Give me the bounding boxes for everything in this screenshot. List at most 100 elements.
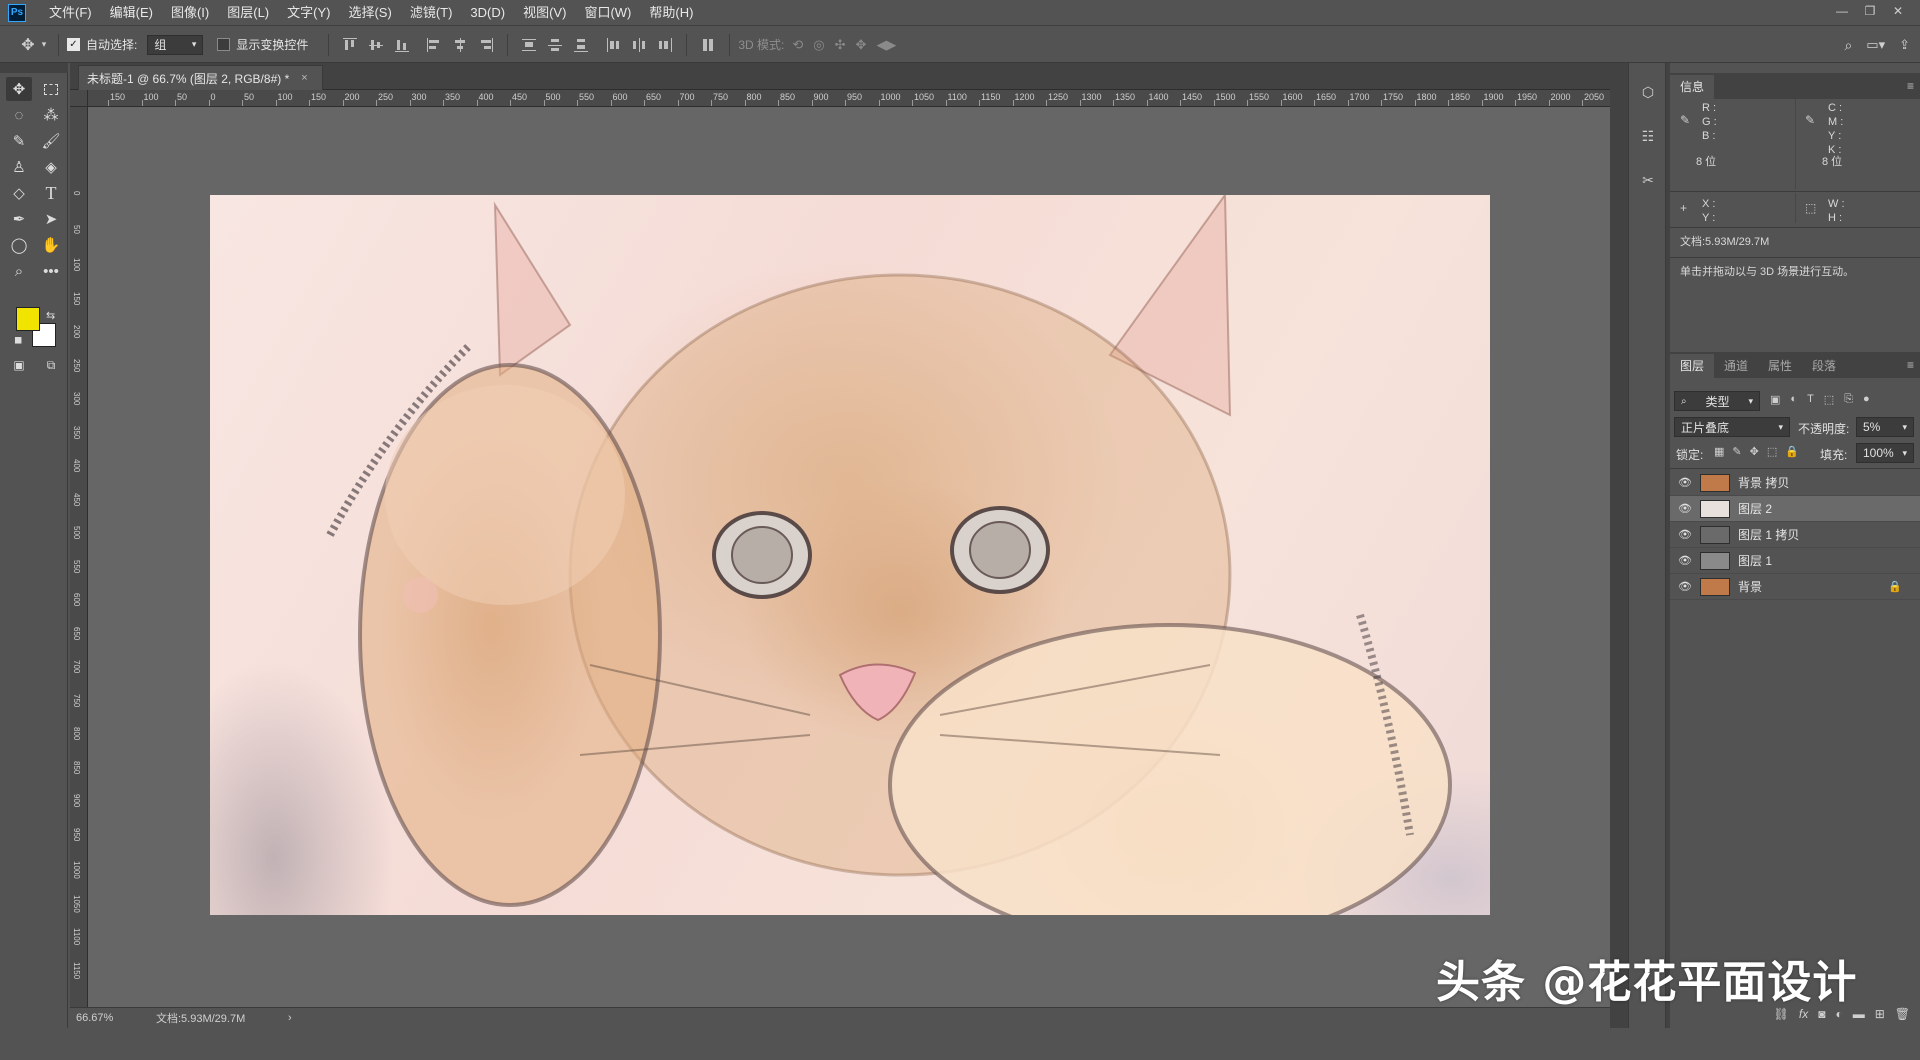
auto-select-dropdown[interactable]: 组 ▾ — [147, 34, 204, 55]
layer-row[interactable]: 👁 图层 1 — [1670, 548, 1920, 574]
magic-wand-tool-icon[interactable]: ⁂ — [38, 103, 64, 127]
menu-item[interactable]: 文件(F) — [40, 0, 101, 26]
menu-item[interactable]: 视图(V) — [514, 0, 575, 26]
lasso-tool-icon[interactable]: ◌ — [6, 103, 32, 127]
filter-smart-icon[interactable]: ⎘ — [1844, 393, 1853, 406]
distribute-vcenter-icon[interactable] — [546, 36, 564, 54]
delete-layer-icon[interactable]: 🗑 — [1895, 1007, 1910, 1021]
ruler-corner[interactable] — [70, 90, 88, 107]
move-tool-icon[interactable]: ✥ — [6, 77, 32, 101]
menu-item[interactable]: 文字(Y) — [278, 0, 339, 26]
type-tool-icon[interactable]: T — [38, 181, 64, 205]
3d-panel-icon[interactable]: ⬡ — [1635, 79, 1661, 105]
visibility-eye-icon[interactable]: 👁 — [1674, 554, 1696, 567]
visibility-eye-icon[interactable]: 👁 — [1674, 476, 1696, 489]
history-panel-icon[interactable]: ☷ — [1635, 123, 1661, 149]
3d-pan-icon[interactable]: ✣ — [835, 37, 846, 53]
opacity-input[interactable]: 5% ▾ — [1856, 417, 1914, 437]
move-tool-icon[interactable]: ✥ — [18, 35, 38, 55]
toolbox-collapse-bar[interactable] — [0, 63, 68, 73]
menu-item[interactable]: 选择(S) — [339, 0, 400, 26]
filter-toggle-icon[interactable]: ● — [1863, 393, 1870, 406]
blend-mode-dropdown[interactable]: 正片叠底 ▾ — [1674, 417, 1790, 437]
search-icon[interactable]: ⌕ — [1844, 37, 1852, 54]
pen-tool-icon[interactable]: ✒ — [6, 207, 32, 231]
workspace-icon[interactable]: ▭▾ — [1866, 37, 1885, 53]
tab-paragraph[interactable]: 段落 — [1802, 354, 1846, 378]
align-right-icon[interactable] — [477, 36, 495, 54]
kitten-sketch-artwork[interactable] — [210, 195, 1490, 915]
show-transform-checkbox[interactable] — [217, 38, 231, 51]
auto-align-icon[interactable] — [699, 36, 717, 54]
minimize-icon[interactable]: — — [1828, 0, 1856, 22]
layer-row[interactable]: 👁 背景 🔒 — [1670, 574, 1920, 600]
align-bottom-icon[interactable] — [393, 36, 411, 54]
eyedropper-tool-icon[interactable]: ✎ — [6, 129, 32, 153]
ellipse-tool-icon[interactable]: ◯ — [6, 233, 32, 257]
tab-layers[interactable]: 图层 — [1670, 354, 1715, 378]
foreground-color-swatch[interactable] — [16, 307, 40, 331]
distribute-bottom-icon[interactable] — [572, 36, 590, 54]
close-icon[interactable]: ✕ — [1884, 0, 1912, 22]
lock-position-icon[interactable]: ✥ — [1750, 445, 1759, 458]
lock-transparent-icon[interactable]: ▦ — [1714, 445, 1724, 458]
menu-item[interactable]: 3D(D) — [461, 0, 514, 26]
visibility-eye-icon[interactable]: 👁 — [1674, 528, 1696, 541]
distribute-top-icon[interactable] — [520, 36, 538, 54]
tools-panel-icon[interactable]: ✂ — [1635, 167, 1661, 193]
panel-menu-icon[interactable]: ≡ — [1907, 79, 1914, 93]
status-menu-arrow[interactable]: › — [288, 1012, 292, 1024]
layer-row[interactable]: 👁 背景 拷贝 — [1670, 470, 1920, 496]
layer-row[interactable]: 👁 图层 1 拷贝 — [1670, 522, 1920, 548]
zoom-tool-icon[interactable]: ⌕ — [6, 259, 32, 283]
menu-item[interactable]: 编辑(E) — [101, 0, 162, 26]
menu-item[interactable]: 图层(L) — [218, 0, 278, 26]
eraser-tool-icon[interactable]: ◈ — [38, 155, 64, 179]
menu-item[interactable]: 图像(I) — [162, 0, 218, 26]
visibility-eye-icon[interactable]: 👁 — [1674, 502, 1696, 515]
share-icon[interactable]: ⇪ — [1899, 37, 1910, 53]
align-left-icon[interactable] — [425, 36, 443, 54]
menu-item[interactable]: 窗口(W) — [575, 0, 640, 26]
auto-select-checkbox[interactable]: ✓ — [67, 38, 80, 51]
marquee-tool-icon[interactable] — [38, 77, 64, 101]
tab-properties[interactable]: 属性 — [1758, 354, 1802, 378]
close-tab-icon[interactable]: × — [301, 72, 307, 84]
document-tab[interactable]: 未标题-1 @ 66.7% (图层 2, RGB/8#) * × — [78, 65, 323, 90]
3d-slide-icon[interactable]: ✥ — [856, 37, 867, 53]
more-tools-icon[interactable]: ••• — [38, 259, 64, 283]
align-hcenter-icon[interactable] — [451, 36, 469, 54]
align-vcenter-icon[interactable] — [367, 36, 385, 54]
quick-mask-icon[interactable]: ▣ — [6, 353, 32, 377]
lock-artboard-icon[interactable]: ⬚ — [1767, 445, 1777, 458]
restore-icon[interactable]: ❐ — [1856, 0, 1884, 22]
3d-scale-icon[interactable]: ◀▶ — [876, 37, 896, 53]
3d-roll-icon[interactable]: ◎ — [813, 37, 824, 53]
filter-shape-icon[interactable]: ⬚ — [1824, 393, 1834, 406]
lock-pixels-icon[interactable]: ✎ — [1732, 445, 1741, 458]
3d-orbit-icon[interactable]: ⟲ — [792, 37, 803, 53]
screen-mode-icon[interactable]: ⧉ — [38, 353, 64, 377]
new-layer-icon[interactable]: ⊞ — [1875, 1007, 1885, 1021]
layer-filter-dropdown[interactable]: ⌕ 类型 ▾ — [1674, 391, 1760, 411]
filter-pixel-icon[interactable]: ▣ — [1770, 393, 1780, 406]
path-selection-tool-icon[interactable]: ➤ — [38, 207, 64, 231]
chevron-down-icon[interactable]: ▾ — [38, 39, 50, 50]
distribute-left-icon[interactable] — [604, 36, 622, 54]
stamp-tool-icon[interactable]: ♙ — [6, 155, 32, 179]
filter-type-icon[interactable]: T — [1807, 393, 1814, 406]
zoom-level[interactable]: 66.67% — [76, 1012, 136, 1024]
tab-channels[interactable]: 通道 — [1714, 354, 1758, 378]
visibility-eye-icon[interactable]: 👁 — [1674, 580, 1696, 593]
tab-info[interactable]: 信息 — [1670, 75, 1715, 99]
menu-item[interactable]: 帮助(H) — [640, 0, 702, 26]
distribute-right-icon[interactable] — [656, 36, 674, 54]
default-colors-icon[interactable]: ◼ — [14, 335, 22, 346]
align-top-icon[interactable] — [341, 36, 359, 54]
distribute-hcenter-icon[interactable] — [630, 36, 648, 54]
paint-bucket-tool-icon[interactable]: ◇ — [6, 181, 32, 205]
hand-tool-icon[interactable]: ✋ — [38, 233, 64, 257]
panel-menu-icon[interactable]: ≡ — [1907, 358, 1914, 372]
fill-input[interactable]: 100% ▾ — [1856, 443, 1914, 463]
brush-tool-icon[interactable]: 🖌 — [38, 129, 64, 153]
